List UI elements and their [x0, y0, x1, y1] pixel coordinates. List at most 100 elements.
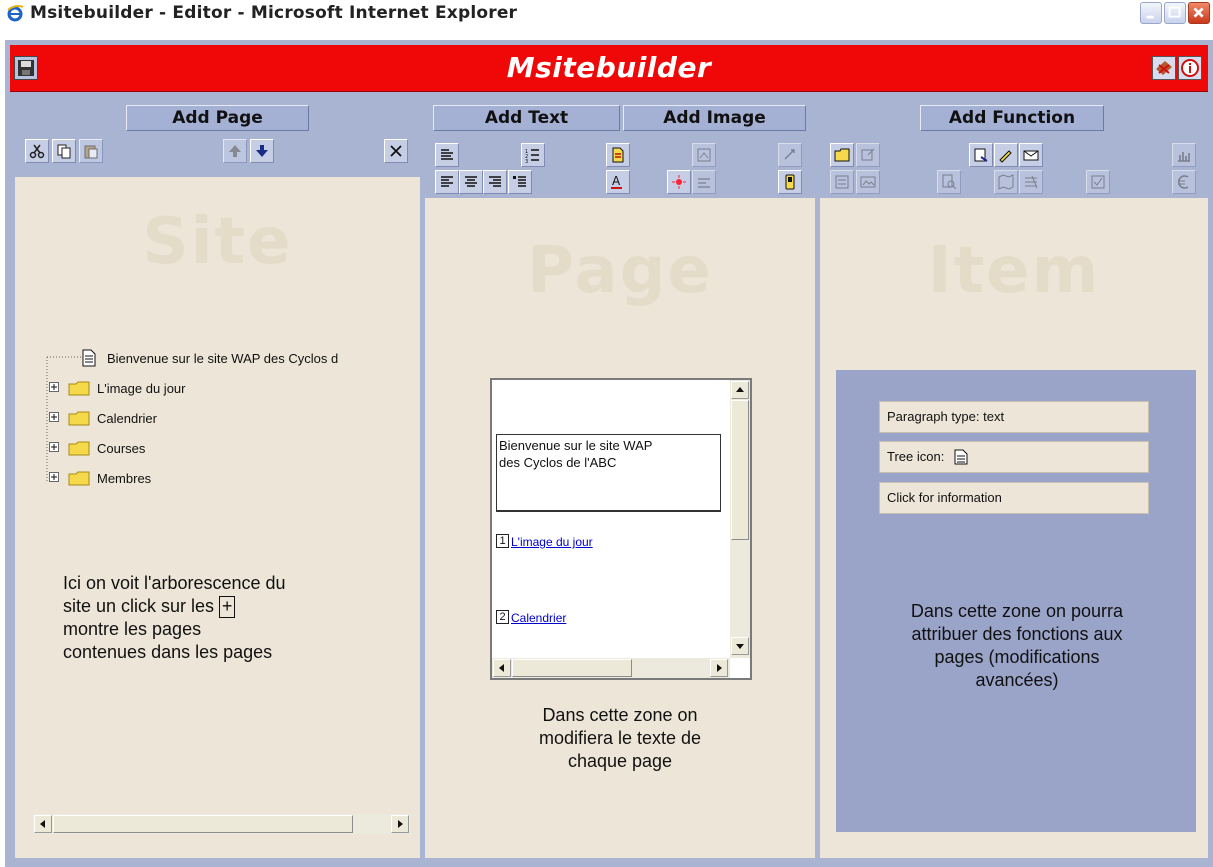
search-page-button[interactable]: [937, 170, 961, 194]
item-help-note: Dans cette zone on pourra attribuer des …: [910, 601, 1124, 690]
numbered-list-button[interactable]: 123: [521, 143, 545, 167]
site-horizontal-scrollbar[interactable]: [33, 814, 411, 834]
exit-button[interactable]: [1152, 56, 1176, 80]
preview-link[interactable]: Calendrier: [511, 611, 566, 625]
add-function-button[interactable]: Add Function: [920, 105, 1104, 131]
paste-icon: [84, 145, 98, 159]
add-page-button[interactable]: Add Page: [126, 105, 309, 131]
scroll-left-button[interactable]: [34, 815, 52, 833]
map-icon: [998, 174, 1014, 190]
tree-item-folder[interactable]: Membres: [41, 469, 301, 489]
image-link-button[interactable]: [778, 143, 802, 167]
tree-item-label: Membres: [97, 471, 152, 486]
scroll-down-button[interactable]: [731, 637, 749, 655]
search-document-icon: [942, 174, 957, 190]
align-left-icon: [441, 176, 453, 187]
add-text-button[interactable]: Add Text: [433, 105, 620, 131]
tree-item-folder[interactable]: L'image du jour: [41, 379, 301, 399]
exit-icon: [1156, 61, 1172, 75]
add-image-button[interactable]: Add Image: [623, 105, 806, 131]
scroll-right-button[interactable]: [710, 659, 728, 677]
euro-icon: [1178, 175, 1189, 189]
info-field[interactable]: Click for information: [879, 482, 1149, 514]
tree-item-folder[interactable]: Courses: [41, 439, 301, 459]
arrow-down-icon: [256, 145, 268, 157]
copy-button[interactable]: [52, 139, 76, 163]
paragraph-type-field: Paragraph type: text: [879, 401, 1149, 433]
scroll-thumb[interactable]: [731, 400, 749, 540]
align-center-icon: [465, 176, 477, 187]
chart-icon: [1178, 152, 1190, 162]
gallery-button[interactable]: [856, 170, 880, 194]
delete-button[interactable]: [384, 139, 408, 163]
folder-icon: [68, 381, 90, 396]
export-button[interactable]: [856, 143, 880, 167]
image-link-icon: [784, 149, 795, 160]
copy-icon: [57, 144, 71, 159]
maximize-icon: [1168, 6, 1181, 18]
scroll-up-button[interactable]: [731, 381, 749, 399]
caret-right-icon: [717, 664, 722, 672]
move-up-button[interactable]: [223, 139, 247, 163]
site-tree-area: Site Bienvenue sur le site WAP des Cyclo…: [15, 177, 420, 858]
close-window-button[interactable]: [1188, 2, 1210, 24]
preview-vertical-scrollbar[interactable]: [730, 380, 750, 658]
chart-button[interactable]: [1172, 143, 1196, 167]
preview-link[interactable]: L'image du jour: [511, 535, 593, 549]
tree-icon-field[interactable]: Tree icon:: [879, 441, 1149, 473]
highlight-button[interactable]: [667, 170, 691, 194]
scroll-right-button[interactable]: [391, 815, 409, 833]
expand-plus-icon[interactable]: [49, 442, 60, 453]
edit-button[interactable]: [994, 143, 1018, 167]
numbered-list-icon: 123: [525, 149, 539, 163]
font-color-button[interactable]: A: [606, 170, 630, 194]
paragraph-button[interactable]: [435, 143, 459, 167]
scroll-thumb[interactable]: [53, 815, 353, 833]
caret-left-icon: [499, 664, 504, 672]
checkbox-form-button[interactable]: [1086, 170, 1110, 194]
document-color-icon: [612, 147, 624, 163]
paste-button[interactable]: [79, 139, 103, 163]
align-right-button[interactable]: [483, 170, 507, 194]
align-center-button[interactable]: [459, 170, 483, 194]
poll-button[interactable]: [1019, 170, 1043, 194]
indent-button[interactable]: [508, 170, 532, 194]
expand-plus-icon[interactable]: [49, 382, 60, 393]
poll-icon: [1025, 175, 1038, 189]
close-icon: [1193, 7, 1204, 18]
indent-icon: [513, 176, 526, 187]
preview-paragraph[interactable]: Bienvenue sur le site WAP des Cyclos de …: [496, 434, 721, 512]
info-icon: [1181, 59, 1199, 77]
tree-item-page[interactable]: Bienvenue sur le site WAP des Cyclos d: [41, 349, 416, 369]
maximize-button[interactable]: [1164, 2, 1186, 24]
highlight-icon: [672, 175, 686, 189]
scroll-left-button[interactable]: [493, 659, 511, 677]
open-folder-button[interactable]: [830, 143, 854, 167]
image-settings-button[interactable]: [692, 143, 716, 167]
preview-horizontal-scrollbar[interactable]: [492, 658, 730, 678]
app-header: Msitebuilder: [10, 45, 1208, 92]
tree-item-folder[interactable]: Calendrier: [41, 409, 301, 429]
cut-button[interactable]: [25, 139, 49, 163]
pencil-icon: [999, 150, 1012, 163]
scroll-thumb[interactable]: [512, 659, 632, 677]
info-button[interactable]: [1178, 56, 1202, 80]
align-left-button[interactable]: [435, 170, 459, 194]
page-properties-button[interactable]: [606, 143, 630, 167]
caret-left-icon: [40, 820, 45, 828]
currency-button[interactable]: [1172, 170, 1196, 194]
mobile-preview-button[interactable]: [778, 170, 802, 194]
page-preview[interactable]: Bienvenue sur le site WAP des Cyclos de …: [490, 378, 752, 680]
link-page-button[interactable]: [969, 143, 993, 167]
wrap-button[interactable]: [692, 170, 716, 194]
expand-plus-icon[interactable]: [49, 472, 60, 483]
expand-plus-icon[interactable]: [49, 412, 60, 423]
email-button[interactable]: [1019, 143, 1043, 167]
move-down-button[interactable]: [250, 139, 274, 163]
font-color-icon: A: [611, 174, 622, 189]
form-button[interactable]: [830, 170, 854, 194]
minimize-button[interactable]: [1140, 2, 1162, 24]
arrow-up-icon: [229, 145, 241, 157]
map-button[interactable]: [994, 170, 1018, 194]
link-number: 2: [496, 610, 509, 624]
